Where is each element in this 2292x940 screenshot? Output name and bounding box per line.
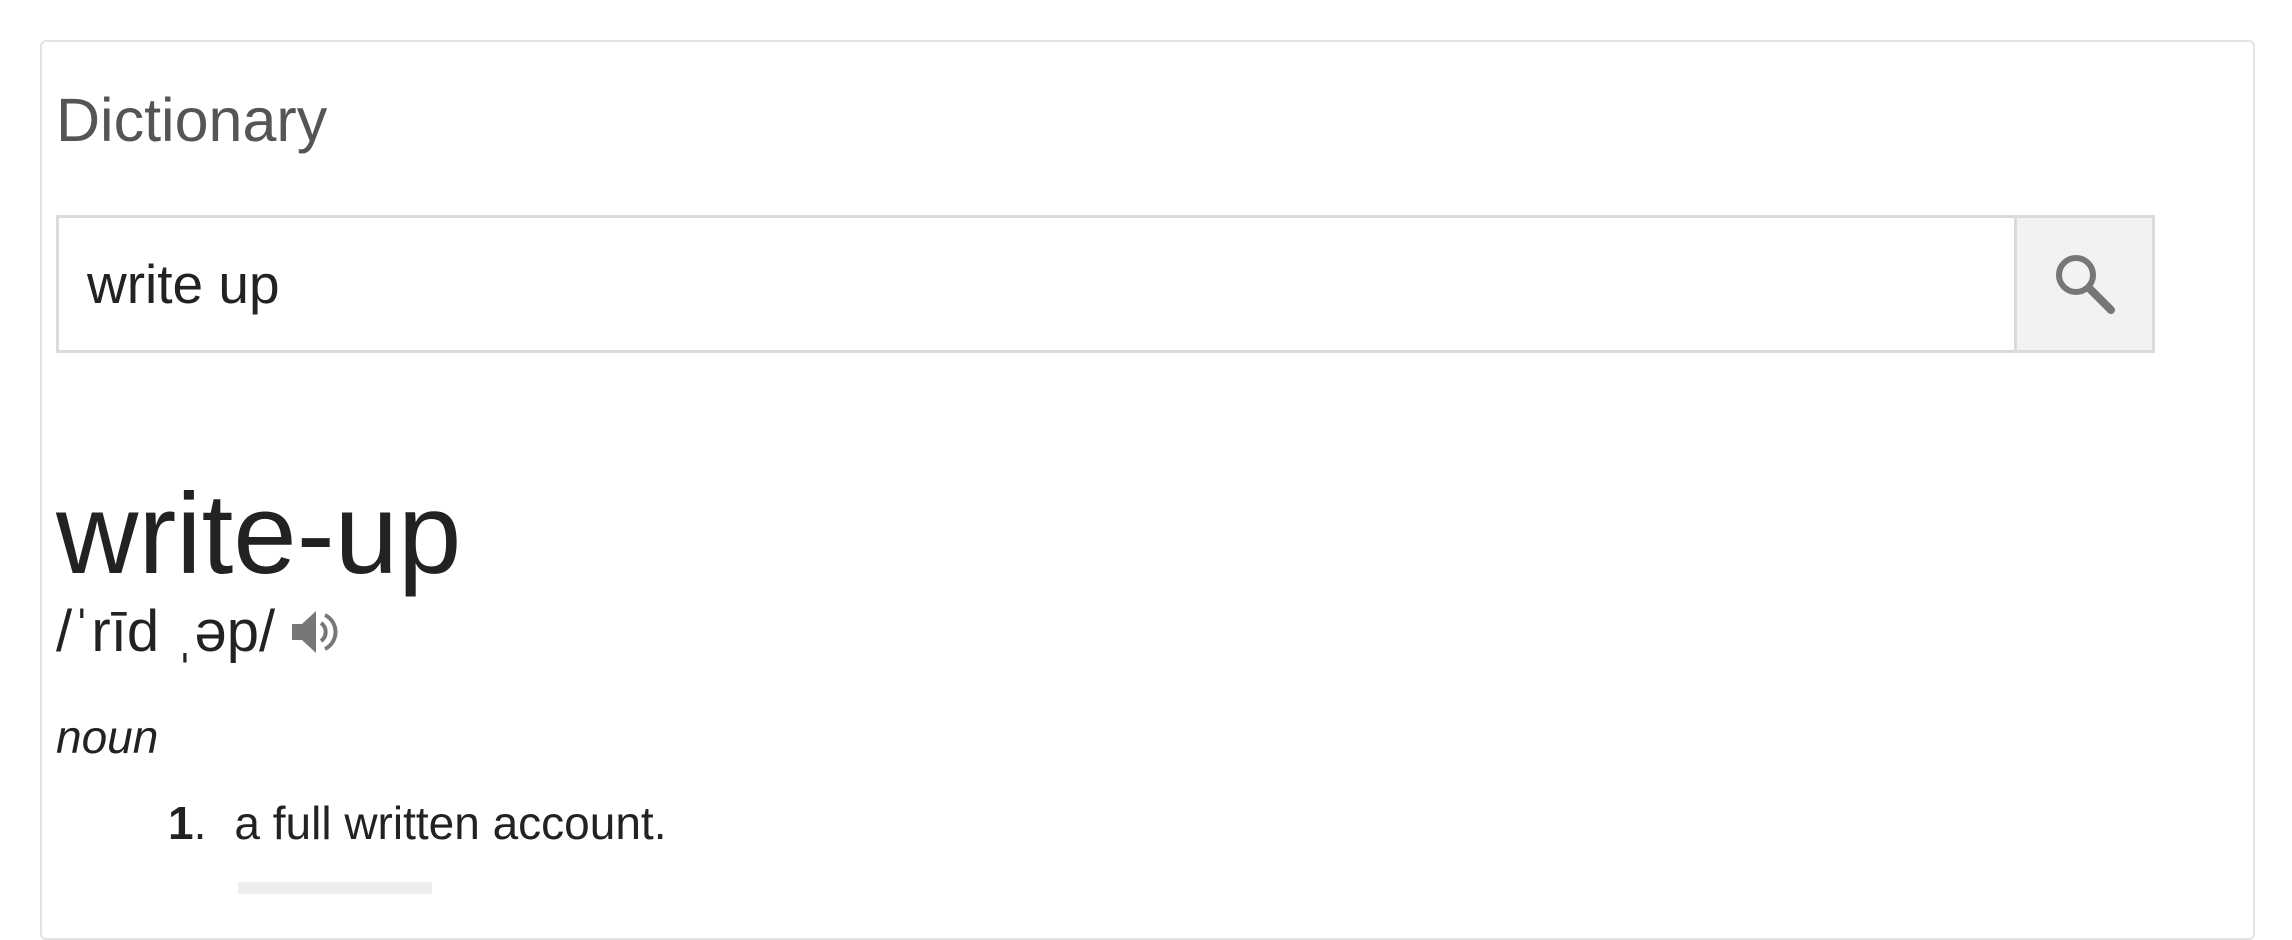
play-audio-button[interactable]	[289, 605, 343, 659]
search-button[interactable]	[2014, 215, 2155, 353]
part-of-speech: noun	[56, 711, 159, 763]
pronunciation-row: /ˈrīd ˌəp/	[56, 603, 343, 661]
definition-item: 1. a full written account.	[168, 800, 666, 846]
pronunciation: /ˈrīd ˌəp/	[56, 599, 276, 664]
search-icon	[2055, 255, 2115, 314]
definition-number-dot: .	[193, 797, 207, 849]
definition-number: 1	[168, 797, 194, 849]
speaker-icon	[292, 611, 338, 653]
headword: write-up	[56, 471, 462, 598]
definition-text: a full written account.	[234, 797, 667, 849]
search-row	[56, 215, 2155, 353]
card-title: Dictionary	[56, 86, 328, 154]
search-input[interactable]	[56, 215, 2014, 353]
example-box	[238, 882, 432, 894]
